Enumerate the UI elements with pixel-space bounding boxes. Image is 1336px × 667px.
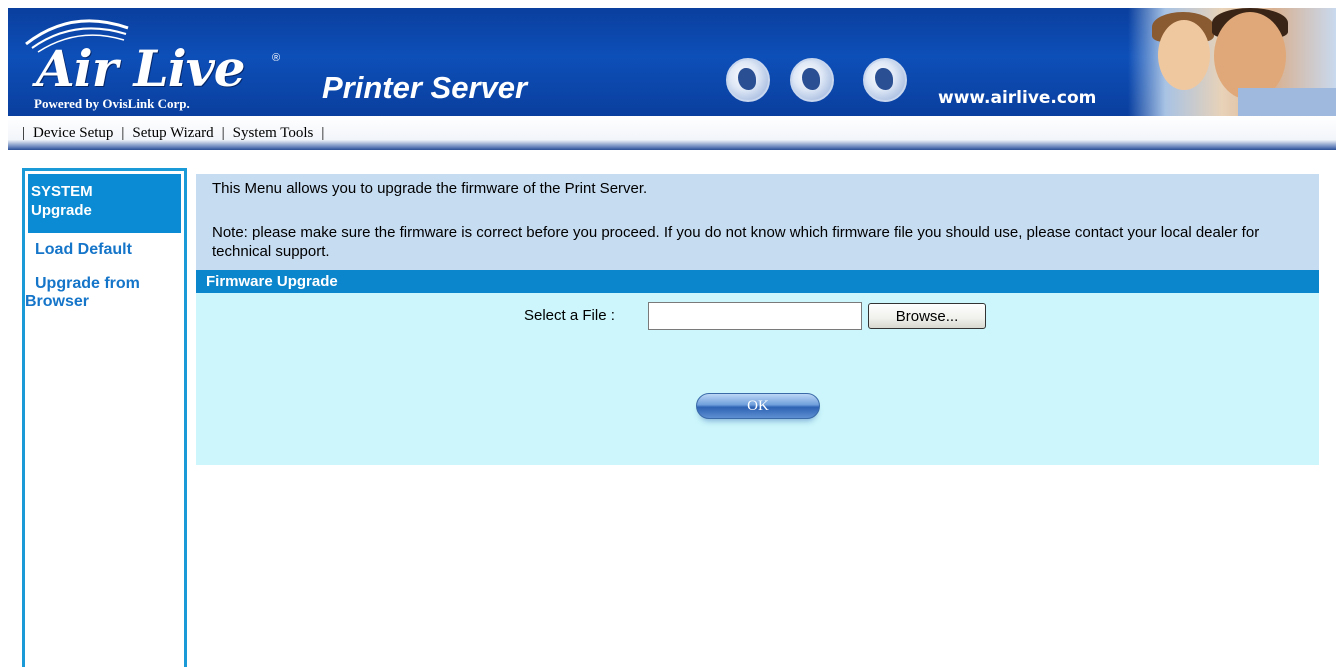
nav-setup-wizard[interactable]: Setup Wizard bbox=[132, 125, 213, 142]
top-nav: | Device Setup | Setup Wizard | System T… bbox=[8, 116, 1336, 150]
brand-tagline: Powered by OvisLink Corp. bbox=[34, 96, 190, 111]
nav-system-tools[interactable]: System Tools bbox=[233, 125, 314, 142]
sidebar-heading-line1: SYSTEM bbox=[31, 183, 93, 200]
sidebar-item-label: Browser bbox=[25, 293, 90, 310]
sidebar-item-label: Upgrade from bbox=[35, 275, 140, 292]
sidebar-heading-line2: Upgrade bbox=[31, 202, 92, 219]
header-photo bbox=[1128, 8, 1336, 116]
sidebar-heading: SYSTEM Upgrade bbox=[28, 174, 181, 233]
registered-mark: ® bbox=[272, 52, 281, 64]
file-path-input[interactable] bbox=[648, 302, 862, 330]
ok-button[interactable]: OK bbox=[696, 393, 820, 419]
nav-device-setup[interactable]: Device Setup bbox=[33, 125, 113, 142]
nav-separator: | bbox=[221, 125, 225, 141]
section-header: Firmware Upgrade bbox=[196, 270, 1319, 293]
info-text: This Menu allows you to upgrade the firm… bbox=[212, 180, 648, 197]
globe-icon bbox=[726, 58, 770, 102]
firmware-upgrade-form: Select a File : Browse... OK bbox=[196, 293, 1319, 465]
header-banner: Air Live ® Powered by OvisLink Corp. Pri… bbox=[8, 8, 1336, 116]
brand-logo: Air Live bbox=[36, 39, 246, 98]
file-label: Select a File : bbox=[524, 307, 615, 324]
section-title: Firmware Upgrade bbox=[206, 273, 338, 290]
sidebar-item-load-default[interactable]: Load Default bbox=[35, 241, 132, 259]
product-title: Printer Server bbox=[322, 70, 528, 105]
nav-separator: | bbox=[121, 125, 125, 141]
nav-separator: | bbox=[22, 125, 26, 141]
sidebar: SYSTEM Upgrade Load Default Upgrade from… bbox=[22, 168, 187, 667]
sidebar-item-upgrade-from-browser[interactable]: Upgrade from Browser bbox=[25, 275, 185, 311]
info-panel: This Menu allows you to upgrade the firm… bbox=[196, 174, 1319, 270]
nav-separator: | bbox=[321, 125, 325, 141]
site-url: www.airlive.com bbox=[938, 88, 1097, 108]
browse-button[interactable]: Browse... bbox=[868, 303, 986, 329]
globe-icon bbox=[863, 58, 907, 102]
note-text: Note: please make sure the firmware is c… bbox=[212, 224, 1260, 260]
globe-icon bbox=[790, 58, 834, 102]
